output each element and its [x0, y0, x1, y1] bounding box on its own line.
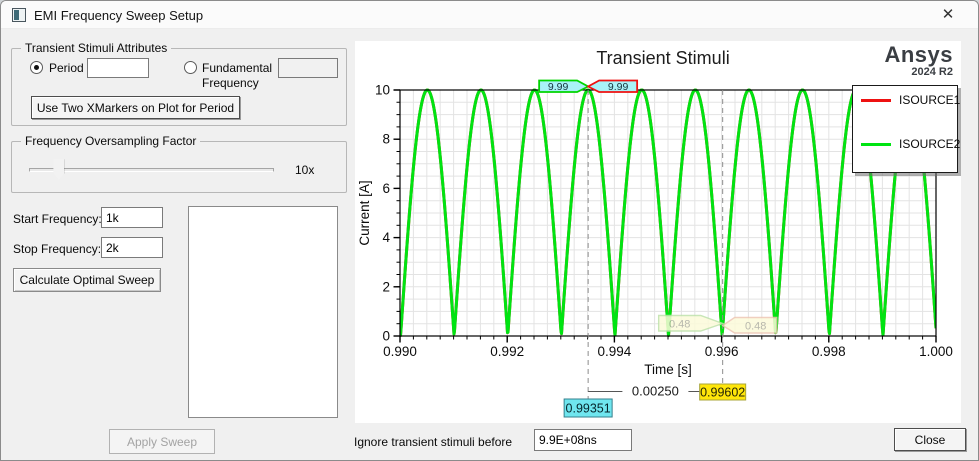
x-tick-label: 0.994 — [598, 344, 632, 359]
oversampling-value-label: 10x — [295, 163, 315, 177]
ignore-transient-label: Ignore transient stimuli before — [354, 435, 513, 449]
legend-label: ISOURCE1 — [899, 93, 961, 107]
stop-frequency-input[interactable] — [101, 237, 163, 258]
app-icon — [12, 8, 26, 22]
group-transient-stimuli-attributes: Transient Stimuli Attributes Period Fund… — [11, 41, 347, 126]
start-frequency-input[interactable] — [101, 207, 163, 228]
start-frequency-label: Start Frequency: — [13, 212, 102, 226]
sweep-list[interactable] — [188, 206, 338, 418]
period-input[interactable] — [87, 58, 149, 78]
oversampling-slider-track[interactable] — [29, 168, 274, 172]
legend-entry-isource1: ISOURCE1 — [853, 86, 961, 130]
y-tick-label: 2 — [382, 279, 390, 294]
apply-sweep-button[interactable]: Apply Sweep — [109, 429, 215, 454]
ignore-transient-input[interactable] — [534, 429, 632, 451]
x-axis-title: Time [s] — [644, 362, 692, 377]
y-tick-label: 6 — [382, 181, 390, 196]
stop-frequency-label: Stop Frequency: — [13, 242, 102, 256]
legend-entry-isource2: ISOURCE2 — [853, 130, 961, 174]
legend-line-swatch — [861, 99, 891, 102]
chart-legend: ISOURCE1 ISOURCE2 — [852, 85, 961, 174]
y-tick-label: 0 — [382, 329, 390, 344]
fundamental-frequency-radio[interactable] — [184, 61, 197, 74]
marker2-value-callouts: 0.48 0.48 — [657, 314, 778, 334]
title-bar: EMI Frequency Sweep Setup ✕ — [1, 1, 978, 29]
y-tick-label: 4 — [382, 230, 390, 245]
group-title: Transient Stimuli Attributes — [21, 41, 172, 55]
y-tick-label: 8 — [382, 132, 390, 147]
y-tick-label: 10 — [375, 83, 390, 98]
marker1-value-left: 9.99 — [548, 81, 569, 93]
fundamental-frequency-input[interactable] — [278, 58, 338, 78]
delta-value-label: 0.00250 — [632, 384, 679, 399]
period-radio[interactable] — [30, 61, 43, 74]
chart-panel: Transient Stimuli Ansys 2024 R2 0.990 0.9… — [355, 41, 961, 423]
marker1-x-value: 0.99351 — [566, 402, 611, 416]
close-icon[interactable]: ✕ — [933, 4, 963, 26]
group-title: Frequency Oversampling Factor — [21, 134, 201, 148]
x-tick-label: 0.998 — [812, 344, 846, 359]
x-tick-label: 0.996 — [705, 344, 739, 359]
marker2-value-right: 0.48 — [745, 321, 766, 333]
x-tick-label: 1.000 — [919, 344, 953, 359]
calculate-optimal-sweep-button[interactable]: Calculate Optimal Sweep — [13, 268, 161, 292]
x-tick-label: 0.990 — [383, 344, 417, 359]
window-title: EMI Frequency Sweep Setup — [34, 8, 204, 23]
fundamental-frequency-radio-label: Fundamental Frequency — [202, 61, 273, 90]
oversampling-slider-thumb[interactable] — [53, 159, 65, 180]
marker2-value-left: 0.48 — [669, 319, 690, 331]
y-axis-title: Current [A] — [357, 180, 372, 245]
x-tick-label: 0.992 — [490, 344, 524, 359]
marker1-value-right: 9.99 — [608, 81, 629, 93]
period-radio-label: Period — [49, 61, 84, 75]
emi-frequency-sweep-dialog: EMI Frequency Sweep Setup ✕ Transient St… — [0, 0, 979, 461]
close-button[interactable]: Close — [894, 428, 966, 451]
legend-line-swatch — [861, 143, 891, 146]
marker2-x-value: 0.99602 — [700, 386, 745, 400]
use-two-xmarkers-button[interactable]: Use Two XMarkers on Plot for Period — [31, 96, 240, 119]
legend-label: ISOURCE2 — [899, 137, 961, 151]
group-frequency-oversampling: Frequency Oversampling Factor 10x — [11, 134, 347, 193]
